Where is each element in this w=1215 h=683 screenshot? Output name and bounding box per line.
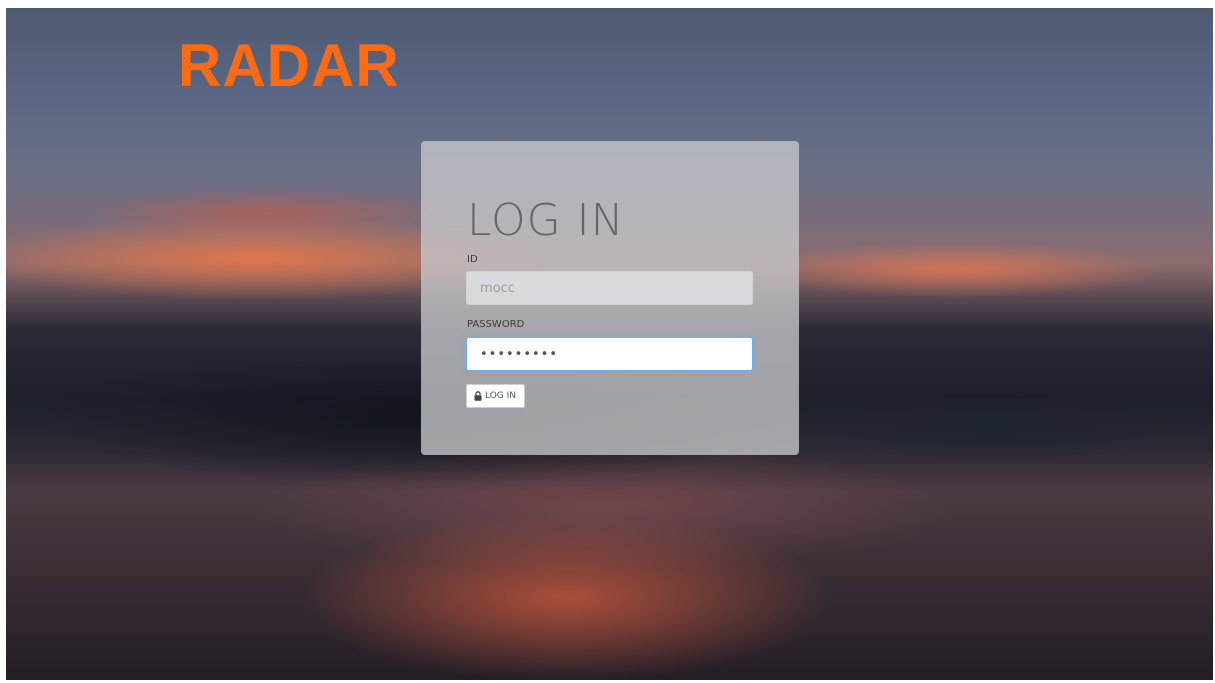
id-input[interactable] [466,271,753,305]
brand-logo: RADAR [178,32,400,99]
password-input[interactable] [466,337,753,371]
lock-icon [474,391,482,401]
id-label: ID [467,254,478,265]
page-background: RADAR LOG IN ID PASSWORD LOG IN [6,8,1213,680]
login-button-label: LOG IN [485,391,516,401]
password-label: PASSWORD [467,319,525,330]
login-panel: LOG IN ID PASSWORD LOG IN [421,141,799,455]
login-title: LOG IN [467,195,625,246]
background-hills [766,388,1213,478]
login-button[interactable]: LOG IN [466,384,525,408]
